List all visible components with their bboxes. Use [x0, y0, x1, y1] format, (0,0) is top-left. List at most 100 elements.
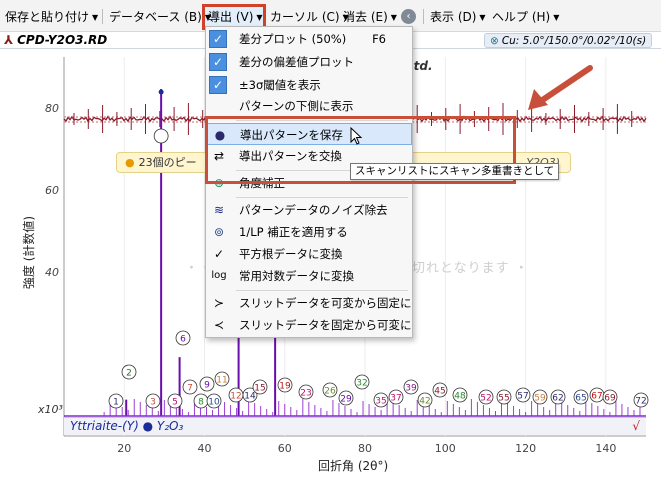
menu-item-label: パターンデータのノイズ除去: [239, 203, 388, 217]
pattern-icon: ⅄: [4, 33, 14, 47]
peak-label: 15: [254, 384, 265, 394]
menu-item-label: ±3σ閾値を表示: [239, 78, 321, 92]
peak-label: 65: [575, 394, 586, 404]
checkmark-icon: ✓: [209, 30, 227, 48]
chevron-down-icon: ▼: [479, 13, 486, 22]
menu-export-label: 導出 (V): [208, 10, 254, 24]
menu-item-label: パターンの下側に表示: [239, 99, 354, 113]
peak-label: 72: [635, 397, 646, 407]
menu-paste[interactable]: 保存と貼り付け ▼: [5, 8, 98, 26]
checkmark-icon: ✓: [209, 53, 227, 71]
x-tick-label: 60: [277, 442, 292, 455]
chevron-down-icon: ▼: [553, 13, 560, 22]
y-multiplier: x10³: [38, 403, 63, 416]
peak-label: 2: [126, 369, 132, 379]
condition-icon: ⊗: [490, 35, 499, 47]
menu-help[interactable]: ヘルプ (H) ▼: [492, 8, 559, 26]
menu-erase[interactable]: 消去 (E) ▼: [343, 8, 397, 26]
menu-cursor-label: カーソル (C): [270, 10, 340, 24]
peak-label: 57: [517, 392, 528, 402]
menu-item-label: 1/LP 補正を適用する: [239, 225, 348, 239]
scan-conditions-text: Cu: 5.0°/150.0°/0.02°/10(s): [501, 35, 647, 47]
x-tick-label: 80: [358, 442, 373, 455]
scan-conditions: ⊗ Cu: 5.0°/150.0°/0.02°/10(s): [484, 33, 653, 48]
info-dot-icon: ●: [125, 156, 135, 169]
x-tick-label: 40: [197, 442, 212, 455]
menu-item-label: 差分の偏差値プロット: [239, 55, 354, 69]
menu-item-slit-fixed[interactable]: ≻ スリットデータを可変から固定に: [206, 292, 412, 314]
menu-item-slit-variable[interactable]: ≺ スリットデータを固定から可変に: [206, 314, 412, 336]
x-tick-label: 20: [117, 442, 132, 455]
menu-item-diff-plot[interactable]: ✓ 差分プロット (50%) F6: [206, 28, 412, 50]
peak-label: 59: [534, 394, 546, 404]
menu-item-log[interactable]: log 常用対数データに変換: [206, 265, 412, 287]
menu-item-sqrt[interactable]: ✓ 平方根データに変換: [206, 243, 412, 265]
peak-label: 35: [375, 397, 386, 407]
mouse-cursor-icon: [350, 127, 363, 145]
peak-label: 8: [198, 398, 204, 408]
chevron-down-icon: ▼: [92, 13, 99, 22]
peak-label: 1: [113, 398, 119, 408]
menu-item-shortcut: F6: [372, 32, 386, 46]
peak-label: 5: [172, 398, 178, 408]
menu-paste-label: 保存と貼り付け: [5, 10, 90, 24]
y-axis-label: 強度 (計数値): [22, 215, 37, 290]
peak-label: 6: [180, 335, 186, 345]
menu-item-label: 常用対数データに変換: [239, 269, 354, 283]
menu-database-label: データベース (B): [109, 10, 202, 24]
peak-label: 52: [480, 394, 491, 404]
chevron-down-icon: ▼: [256, 13, 263, 22]
document-title: CPD-Y2O3.RD: [17, 33, 108, 47]
document-tab[interactable]: ⅄ CPD-Y2O3.RD: [4, 32, 107, 49]
phase-name: Yttriaite-(Y) ● Y₂O₃: [70, 419, 184, 433]
menu-item-label: 差分プロット (50%): [239, 32, 347, 46]
peak-label: 29: [340, 395, 352, 405]
slit-variable-icon: ≺: [213, 318, 225, 332]
log-icon: log: [211, 270, 227, 281]
annotation-arrow: [528, 65, 593, 110]
x-tick-label: 140: [595, 442, 617, 455]
menu-item-denoise[interactable]: ≋ パターンデータのノイズ除去: [206, 199, 412, 221]
peak-label: 69: [604, 394, 616, 404]
menu-export[interactable]: 導出 (V) ▼: [208, 8, 263, 26]
chevron-left-icon[interactable]: ‹: [401, 9, 416, 24]
menu-view[interactable]: 表示 (D) ▼: [430, 8, 486, 26]
menu-database[interactable]: データベース (B) ▼: [109, 8, 211, 26]
peak-label: 3: [150, 398, 156, 408]
slit-fixed-icon: ≻: [213, 296, 225, 310]
menu-separator: [102, 9, 103, 24]
peak-label: 42: [419, 397, 430, 407]
menu-item-3sigma[interactable]: ✓ ±3σ閾値を表示: [206, 74, 412, 96]
menu-separator: [423, 9, 424, 24]
peak-label: 19: [279, 382, 291, 392]
peak-marker: [158, 89, 164, 95]
sqrt-icon: ✓: [213, 247, 225, 261]
y-tick-label: 80: [45, 102, 59, 115]
menu-separator: [236, 197, 408, 198]
peak-label-circle: [153, 128, 169, 144]
peak-label: 37: [390, 394, 401, 404]
x-tick-label: 120: [515, 442, 537, 455]
peak-label: 39: [405, 384, 417, 394]
peak-label: 9: [204, 381, 210, 391]
menu-item-diff-deviation[interactable]: ✓ 差分の偏差値プロット: [206, 51, 412, 73]
peak-label: 32: [356, 379, 367, 389]
menu-help-label: ヘルプ (H): [492, 10, 551, 24]
x-axis-label: 回折角 (2θ°): [318, 459, 389, 473]
peak-label: 12: [230, 392, 241, 402]
menu-cursor[interactable]: カーソル (C) ▼: [270, 8, 349, 26]
peak-label: 10: [208, 398, 220, 408]
check-icon[interactable]: √: [632, 419, 640, 433]
peak-label: 67: [591, 392, 602, 402]
menu-erase-label: 消去 (E): [343, 10, 388, 24]
y-tick-label: 60: [45, 184, 59, 197]
menu-item-show-below[interactable]: パターンの下側に表示: [206, 95, 412, 117]
peak-label: 7: [187, 384, 193, 394]
peak-label: 45: [434, 387, 445, 397]
menu-item-lp-correction[interactable]: ⊚ 1/LP 補正を適用する: [206, 221, 412, 243]
noise-icon: ≋: [213, 203, 225, 217]
menu-item-label: スリットデータを可変から固定に: [239, 296, 412, 310]
x-tick-label: 100: [434, 442, 456, 455]
menu-item-label: 平方根データに変換: [239, 247, 343, 261]
phase-bar[interactable]: Yttriaite-(Y) ● Y₂O₃ √: [64, 417, 646, 435]
